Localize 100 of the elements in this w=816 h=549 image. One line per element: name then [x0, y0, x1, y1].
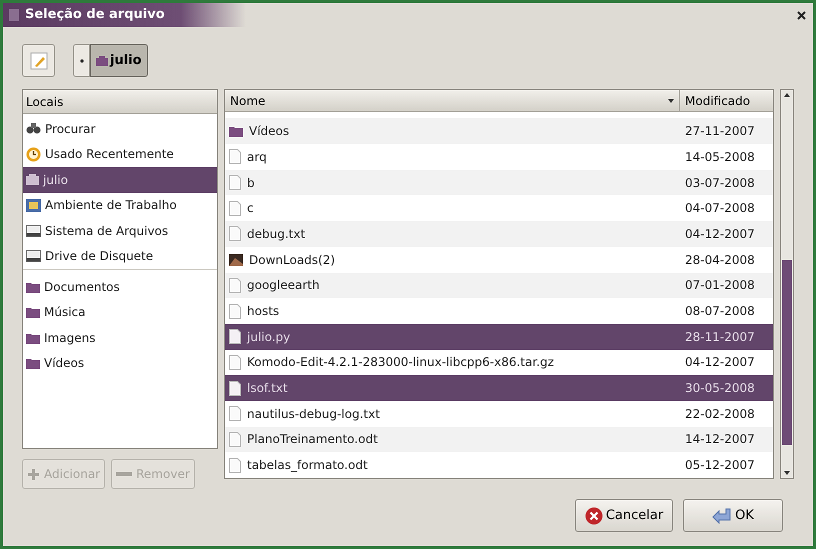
sort-arrow-icon [668, 98, 674, 103]
window-title: Seleção de arquivo [25, 6, 165, 24]
places-item[interactable]: Imagens [23, 325, 217, 350]
minus-icon [116, 472, 132, 476]
document-icon [229, 149, 241, 164]
cancel-button[interactable]: Cancelar [575, 499, 673, 532]
file-name: Komodo-Edit-4.2.1-283000-linux-libcpp6-x86.tar.gz [247, 354, 554, 372]
drive-icon [26, 250, 41, 262]
file-name: PlanoTreinamento.odt [247, 431, 378, 448]
home-folder-icon [96, 56, 108, 66]
file-row[interactable]: Vídeos 27-11-2007 [225, 118, 773, 144]
file-name: googleearth [247, 277, 320, 294]
modified-date: 30-05-2008 [684, 380, 756, 398]
folder-icon [26, 332, 40, 344]
modified-date: 14-12-2007 [684, 431, 756, 448]
document-icon [229, 380, 241, 396]
column-header[interactable]: Locais [23, 90, 217, 114]
document-icon [229, 200, 241, 216]
places-label: Documentos [44, 278, 120, 296]
file-name: hosts [247, 303, 280, 320]
modified-date: 14-05-2008 [684, 148, 756, 166]
document-icon [229, 226, 241, 242]
places-item[interactable]: julio [23, 167, 217, 192]
column-header[interactable]: Modificado [680, 90, 773, 112]
places-item[interactable]: Usado Recentemente [23, 142, 217, 167]
file-name: debug.txt [247, 226, 306, 243]
places-item[interactable]: Procurar [23, 116, 217, 142]
folder-icon [26, 280, 40, 293]
places-label: Procurar [45, 120, 96, 138]
modified-date: 28-11-2007 [684, 328, 756, 346]
modified-date: 04-12-2007 [684, 354, 756, 372]
folder-icon [26, 357, 40, 370]
file-name: tabelas_formato.odt [247, 457, 368, 474]
edit-location-button[interactable] [22, 44, 55, 77]
file-row[interactable]: googleearth 07-01-2008 [225, 272, 773, 298]
dot-icon [80, 58, 84, 62]
file-name: Vídeos [249, 123, 290, 140]
document-icon [229, 432, 241, 447]
file-name: c [247, 200, 254, 218]
places-item[interactable]: Drive de Disquete [23, 244, 217, 269]
path-back-button[interactable] [73, 44, 90, 77]
file-name: nautilus-debug-log.txt [247, 406, 380, 423]
modified-date: 27-11-2007 [684, 123, 756, 140]
file-row[interactable]: lsof.txt 30-05-2008 [225, 375, 773, 401]
file-row[interactable]: Komodo-Edit-4.2.1-283000-linux-libcpp6-x86.tar.gz 04-12-2007 [225, 350, 773, 376]
document-icon [229, 329, 241, 344]
file-row[interactable]: b 03-07-2008 [225, 170, 773, 196]
places-label: Música [44, 304, 86, 322]
scrollbar[interactable] [780, 89, 794, 479]
file-row[interactable]: debug.txt 04-12-2007 [225, 221, 773, 247]
file-name: DownLoads(2) [249, 252, 336, 269]
close-button[interactable] [795, 9, 807, 21]
modified-date: 08-07-2008 [684, 303, 756, 320]
places-label: Sistema de Arquivos [45, 222, 168, 240]
image-icon [229, 254, 243, 266]
places-label: Vídeos [44, 355, 84, 372]
modified-date: 28-04-2008 [684, 252, 756, 269]
modified-date: 05-12-2007 [684, 457, 756, 474]
column-header[interactable]: Nome [225, 90, 680, 112]
file-row[interactable]: julio.py 28-11-2007 [225, 324, 773, 350]
file-name: arq [247, 148, 267, 166]
places-label: Ambiente de Trabalho [45, 197, 177, 214]
places-label: Imagens [44, 330, 96, 347]
places-item[interactable]: Ambiente de Trabalho [23, 192, 217, 218]
modified-date: 07-01-2008 [684, 277, 756, 294]
file-row[interactable]: PlanoTreinamento.odt 14-12-2007 [225, 426, 773, 452]
places-item[interactable]: Música [23, 300, 217, 325]
folder-icon [229, 125, 243, 138]
file-name: julio.py [247, 328, 290, 346]
clock-icon [26, 146, 41, 162]
document-icon [229, 175, 241, 190]
modified-date: 03-07-2008 [684, 174, 756, 192]
ok-button[interactable]: OK [683, 499, 783, 532]
file-name: b [247, 174, 255, 192]
folder-icon [26, 306, 40, 318]
file-name: lsof.txt [247, 380, 288, 398]
document-icon [229, 354, 241, 370]
return-arrow-icon [712, 508, 732, 524]
column-title: Nome [230, 92, 266, 110]
window-icon [9, 9, 19, 21]
modified-date: 22-02-2008 [684, 406, 756, 423]
path-button[interactable]: julio [90, 44, 148, 77]
modified-date: 04-07-2008 [684, 200, 756, 218]
places-item[interactable]: Vídeos [23, 350, 217, 376]
document-icon [229, 406, 241, 422]
document-icon [229, 458, 241, 473]
places-label: Drive de Disquete [45, 248, 154, 266]
places-item[interactable]: Sistema de Arquivos [23, 218, 217, 244]
desktop-icon [26, 198, 41, 212]
scroll-thumb[interactable] [782, 260, 792, 445]
places-label: julio [43, 172, 68, 189]
modified-date: 04-12-2007 [684, 226, 756, 243]
document-icon [229, 304, 241, 319]
home-folder-icon [26, 174, 39, 186]
cancel-icon [584, 506, 603, 524]
places-item[interactable]: Documentos [23, 274, 217, 300]
plus-icon [27, 468, 40, 480]
pencil-note-icon [30, 52, 48, 70]
close-icon [796, 10, 806, 20]
drive-icon [26, 224, 41, 237]
